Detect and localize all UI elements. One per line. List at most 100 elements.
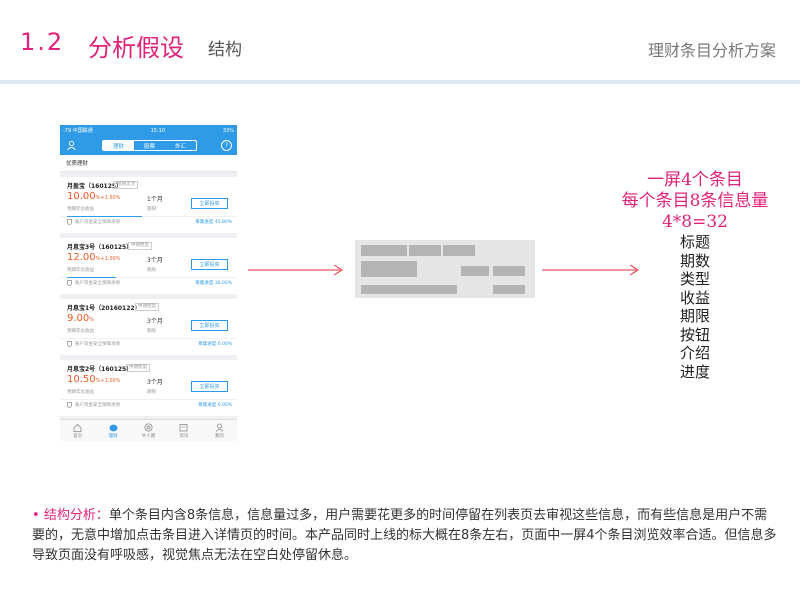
tabbar-item[interactable]: 资讯 (166, 420, 201, 441)
field-item: 介绍 (679, 344, 710, 362)
progress-bar (67, 216, 142, 217)
annotation-total: 4*8=32 (661, 212, 728, 232)
rate-value: 9.00 (67, 313, 90, 324)
insurance-note: 账户资金安全保障承保 (75, 403, 120, 408)
section-number: 1.2 (20, 28, 65, 56)
tabbar-label: 我的 (214, 434, 224, 439)
field-item: 标题 (679, 233, 710, 251)
product-rate: 9.00% (67, 313, 94, 324)
product-tag: 中期稳盈 (128, 242, 152, 250)
tabbar-item[interactable]: 理财 (95, 420, 130, 441)
section-header: 优质理财 (60, 155, 237, 172)
tabbar-item[interactable]: 首页 (60, 420, 95, 441)
rate-label: 预期年化收益 (67, 329, 94, 334)
tab-forex[interactable]: 外汇 (165, 141, 196, 150)
wireframe-block (461, 266, 489, 276)
wireframe-block (493, 266, 525, 276)
card-divider (60, 338, 237, 339)
rate-value: 10.00 (67, 191, 96, 202)
news-icon (180, 424, 188, 432)
wireframe-block (361, 285, 457, 294)
page-title: 分析假设 (88, 34, 184, 62)
analysis-text: 单个条目内含8条信息，信息量过多，用户需要花更多的时间停留在列表页去审视这些信息… (32, 508, 777, 563)
tabbar-label: 理财 (108, 434, 118, 439)
invest-button[interactable]: 立即投资 (191, 198, 228, 209)
field-item: 期限 (679, 307, 710, 325)
product-card[interactable]: 月息宝2号（160125） 中期稳盈 10.50%+1.00% 预期年化收益 3个月期限… (60, 360, 237, 416)
rate-extra: % (89, 317, 95, 323)
product-name: 月息宝2号（160125） (67, 366, 133, 373)
help-icon[interactable]: ? (221, 140, 232, 151)
product-period: 1个月 (147, 196, 163, 203)
tabbar-label: 牛人圈 (141, 434, 156, 439)
insurance-note: 账户资金安全保障承保 (75, 342, 120, 347)
rate-label: 预期年化收益 (67, 268, 94, 273)
tabbar-item[interactable]: 我的 (202, 420, 237, 441)
rate-extra: %+1.00% (95, 256, 121, 262)
tab-licai[interactable]: 理财 (103, 141, 134, 150)
product-card[interactable]: 月盈宝（160125） 短期灵活 10.00%+1.50% 预期年化收益 1个月 期限 立即… (60, 177, 237, 233)
field-item: 期数 (679, 251, 710, 270)
shield-icon (67, 341, 72, 347)
info-annotation: 一屏4个条目 每个条目8条信息量 4*8=32 标题 期数 类型 收益 期限 按… (590, 170, 800, 381)
shield-icon (67, 402, 72, 408)
page-subtitle: 结构 (208, 40, 242, 60)
product-rate: 10.50%+1.00% (67, 374, 120, 385)
insurance-note: 账户资金安全保障承保 (75, 220, 120, 225)
wireframe-block (409, 245, 441, 256)
app-bar: 理财 股票 外汇 ? (60, 136, 237, 155)
wireframe-block (493, 285, 525, 294)
invest-button[interactable]: 立即投资 (191, 320, 228, 331)
header-divider (0, 80, 800, 84)
deck-name: 理财条目分析方案 (647, 41, 776, 60)
battery-label: 33% (222, 127, 234, 134)
product-rate: 12.00%+1.00% (67, 252, 120, 263)
invest-button[interactable]: 立即投资 (191, 259, 228, 270)
period-label: 期限 (147, 390, 156, 395)
progress-bar (67, 277, 116, 278)
product-card[interactable]: 月息宝3号（160125） 中期稳盈 12.00%+1.00% 预期年化收益 3个月 期限… (60, 238, 237, 294)
field-list: 标题 期数 类型 收益 期限 按钮 介绍 进度 (590, 233, 800, 381)
product-tag: 中期稳盈 (135, 303, 159, 311)
card-divider (60, 399, 237, 400)
structure-analysis: • 结构分析：单个条目内含8条信息，信息量过多，用户需要花更多的时间停留在列表页… (32, 506, 780, 566)
users-icon[interactable] (66, 140, 77, 151)
home-icon (73, 423, 82, 432)
analysis-label: 结构分析： (43, 508, 109, 523)
field-item: 类型 (679, 270, 710, 288)
product-period: 3个月 (147, 379, 163, 386)
funding-progress: 筹集进度 0.00% (198, 342, 232, 347)
funding-progress: 筹集进度 0.00% (198, 403, 232, 408)
funding-progress: 筹集进度 45.80% (195, 220, 232, 225)
field-item: 进度 (679, 362, 710, 381)
field-item: 收益 (679, 288, 710, 307)
product-rate: 10.00%+1.50% (67, 191, 120, 202)
wireframe-block (361, 245, 407, 256)
tabbar-label: 资讯 (179, 434, 189, 439)
status-bar: -79 中国联通 15:10 33% (60, 125, 237, 136)
piggy-bank-icon (109, 424, 118, 432)
rate-value: 10.50 (67, 374, 96, 385)
product-card[interactable]: 月息宝1号（20160122） 中期稳盈 9.00% 预期年化收益 3个月 期限 立即投资账… (60, 299, 237, 355)
tabbar-item[interactable]: 牛人圈 (131, 420, 166, 441)
shield-icon (67, 219, 72, 225)
tabbar-label: 首页 (73, 434, 83, 439)
period-label: 期限 (147, 329, 156, 334)
insurance-note: 账户资金安全保障承保 (75, 281, 120, 286)
tab-stocks[interactable]: 股票 (134, 141, 165, 150)
product-tag: 中期稳盈 (126, 364, 150, 372)
user-icon (215, 423, 224, 432)
annotation-info-per-item: 每个条目8条信息量 (621, 191, 769, 211)
slide-header: 1.2 分析假设 结构 理财条目分析方案 (0, 0, 800, 80)
invest-button[interactable]: 立即投资 (191, 381, 228, 392)
product-tag: 短期灵活 (114, 181, 138, 189)
field-item: 按钮 (679, 325, 710, 344)
carrier-label: -79 中国联通 (63, 128, 93, 134)
wireframe-block (443, 245, 475, 256)
rate-label: 预期年化收益 (67, 390, 94, 395)
annotation-items-per-screen: 一屏4个条目 (647, 170, 743, 190)
rate-extra: %+1.00% (95, 378, 121, 384)
rate-value: 12.00 (67, 252, 96, 263)
circle-icon (144, 423, 153, 432)
bullet: • (32, 508, 40, 523)
